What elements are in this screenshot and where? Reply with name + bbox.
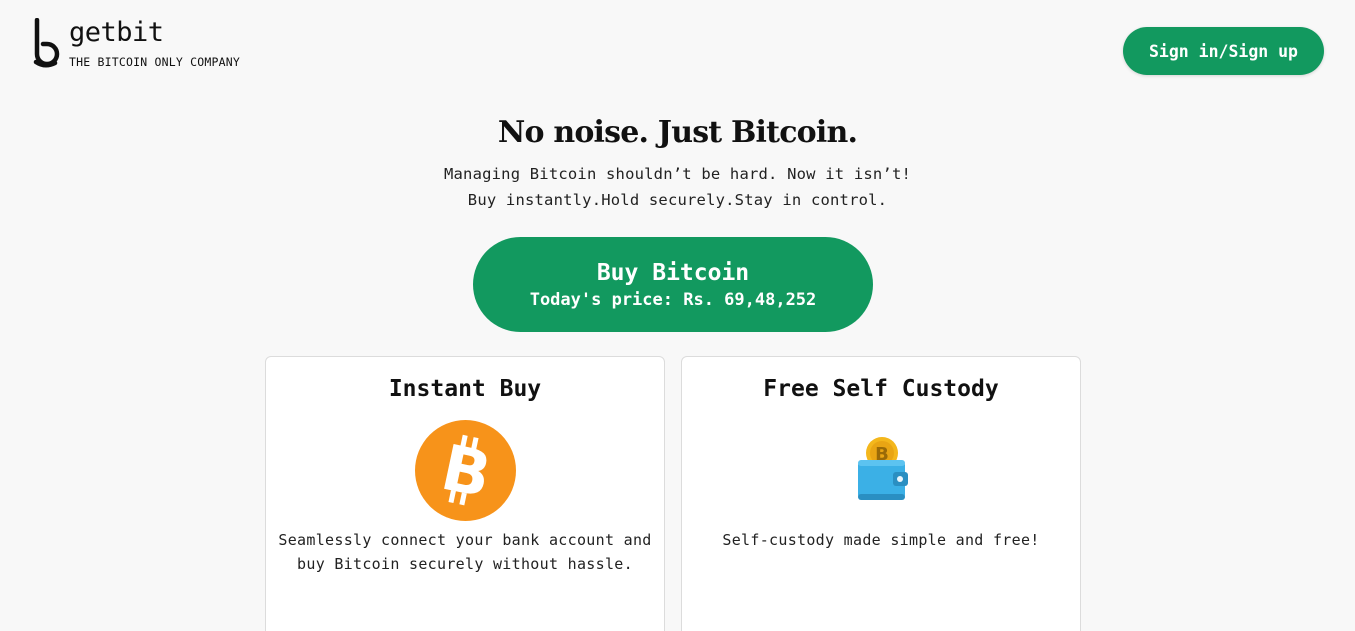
buy-bitcoin-button[interactable]: Buy Bitcoin Today's price: Rs. 69,48,252 xyxy=(473,237,873,332)
card-title: Instant Buy xyxy=(388,376,542,402)
card-description: Seamlessly connect your bank account and… xyxy=(278,531,652,573)
feature-card-self-custody: Free Self Custody B Self-custody made si… xyxy=(681,356,1081,631)
brand-name: getbit xyxy=(69,17,164,48)
hero-subtitle-line2: Buy instantly.Hold securely.Stay in cont… xyxy=(467,191,888,209)
hero-subtitle-line1: Managing Bitcoin shouldn’t be hard. Now … xyxy=(443,165,912,183)
hero-title: No noise. Just Bitcoin. xyxy=(497,115,858,150)
buy-bitcoin-label: Buy Bitcoin xyxy=(596,260,750,286)
signin-button[interactable]: Sign in/Sign up xyxy=(1123,27,1324,75)
card-title: Free Self Custody xyxy=(763,376,999,402)
page: getbit THE BITCOIN ONLY COMPANY Sign in/… xyxy=(0,0,1355,631)
brand-logo[interactable]: getbit THE BITCOIN ONLY COMPANY xyxy=(33,18,240,69)
todays-price: Today's price: Rs. 69,48,252 xyxy=(529,290,817,310)
bitcoin-icon: B xyxy=(415,420,516,521)
brand-tagline: THE BITCOIN ONLY COMPANY xyxy=(69,55,240,69)
card-description: Self-custody made simple and free! xyxy=(722,531,1040,549)
feature-card-instant-buy: Instant Buy B Seamlessly connect your ba… xyxy=(265,356,665,631)
getbit-logo-icon xyxy=(33,18,60,68)
brand-text: getbit THE BITCOIN ONLY COMPANY xyxy=(69,17,240,70)
wallet-icon: B xyxy=(858,437,908,500)
